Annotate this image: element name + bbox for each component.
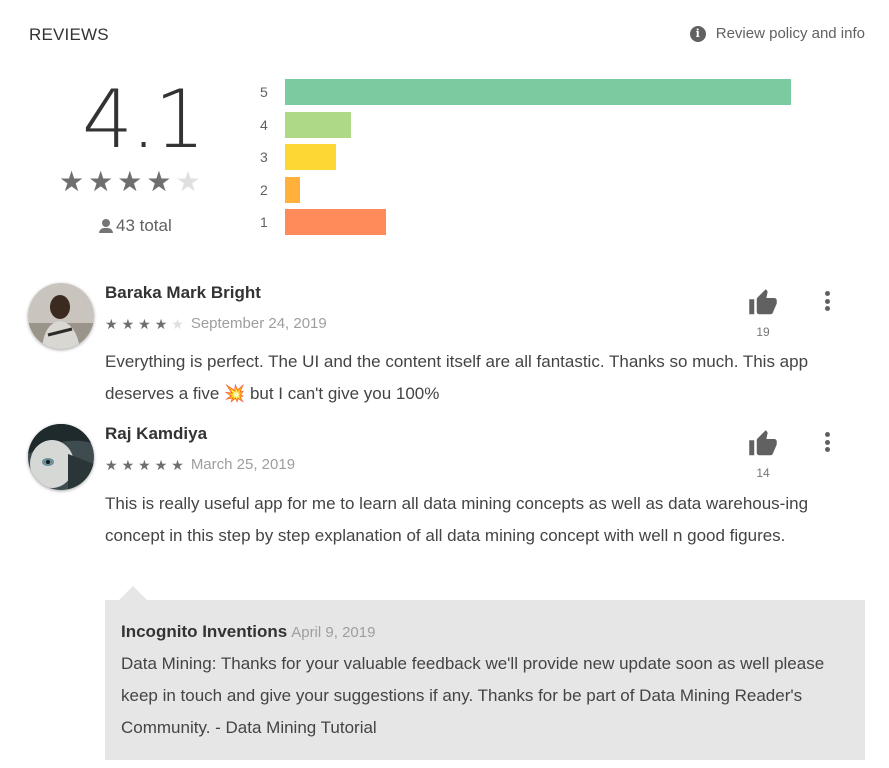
star-icon: ★★ [171, 456, 184, 473]
star-icon: ★★ [88, 166, 114, 197]
review-policy-label: Review policy and info [715, 25, 865, 42]
histogram-label: 1 [260, 214, 268, 230]
review-date: September 24, 2019 [190, 315, 327, 332]
review-policy-link[interactable]: i Review policy and info [689, 25, 865, 42]
histogram-bar [285, 144, 336, 170]
reply-text: Data Mining: Thanks for your valuable fe… [121, 654, 825, 737]
developer-reply: Incognito Inventions April 9, 2019 Data M… [105, 600, 865, 760]
histogram-label: 3 [260, 149, 268, 165]
reviews-title: REVIEWS [29, 25, 109, 44]
more-vert-icon [824, 432, 830, 437]
helpful-count: 14 [756, 466, 770, 480]
histogram-label: 2 [260, 181, 268, 198]
star-icon: ★★ [121, 456, 135, 473]
review-stars: ★★★★★★★★★★ [105, 317, 184, 331]
histogram-bar [285, 209, 386, 235]
histogram-label: 5 [260, 84, 268, 100]
thumbs-up-icon [749, 289, 777, 315]
review-rating: ★ ★ ★ ★ ★ ★ ★ ★ ★ ★ March 25, 2019 [105, 456, 295, 473]
thumbs-up-icon [749, 430, 777, 456]
histogram-bar [285, 79, 791, 105]
review-rating: ★★★★★★★★★★ September 24, 2019 [105, 315, 327, 332]
reply-author: Incognito Inventions [121, 622, 288, 641]
star-icon: ★★ [105, 315, 118, 332]
info-icon: i [689, 25, 706, 42]
total-ratings-label: 43 total [116, 216, 172, 235]
star-icon: ★★ [138, 456, 151, 473]
review-author: Baraka Mark Bright [105, 283, 261, 302]
review-text: This is really useful app for me to lear… [105, 494, 809, 545]
total-ratings: 43 total [99, 216, 172, 236]
more-options-button[interactable] [817, 430, 837, 454]
helpful-count: 19 [756, 325, 770, 339]
star-icon: ★★ [138, 315, 151, 332]
person-icon [99, 219, 113, 233]
star-icon: ★★ [171, 315, 184, 332]
helpful-button[interactable]: 14 [745, 429, 781, 480]
avatar [28, 424, 94, 490]
histogram-bar [285, 176, 300, 203]
reply-pointer [119, 586, 147, 600]
histogram-bar [285, 111, 351, 138]
star-icon: ★★ [154, 456, 168, 473]
review-author: Raj Kamdiya [105, 424, 208, 443]
reply-date: April 9, 2019 [291, 624, 376, 641]
more-options-button[interactable] [817, 289, 837, 313]
helpful-button[interactable]: 19 [745, 288, 781, 339]
star-icon: ★★ [121, 315, 135, 332]
star-icon: ★★ [175, 166, 201, 197]
review-date: March 25, 2019 [190, 456, 296, 473]
review-stars: ★★★★★★★★★★ [105, 458, 184, 472]
more-vert-icon [824, 291, 830, 296]
reply-header: Incognito Inventions April 9, 2019 [121, 622, 375, 642]
star-icon: ★★ [105, 456, 118, 473]
star-icon: ★★ [117, 166, 143, 197]
histogram-label: 4 [260, 116, 268, 133]
star-icon: ★★ [154, 315, 168, 332]
star-icon: ★★ [59, 166, 85, 197]
review-text: Everything is perfect. The UI and the co… [105, 352, 809, 403]
average-stars: ★★★★★★★★★★ [59, 168, 201, 196]
star-icon: ★★ [146, 166, 172, 197]
average-score: 4.1 [82, 73, 205, 166]
avatar [28, 283, 94, 349]
